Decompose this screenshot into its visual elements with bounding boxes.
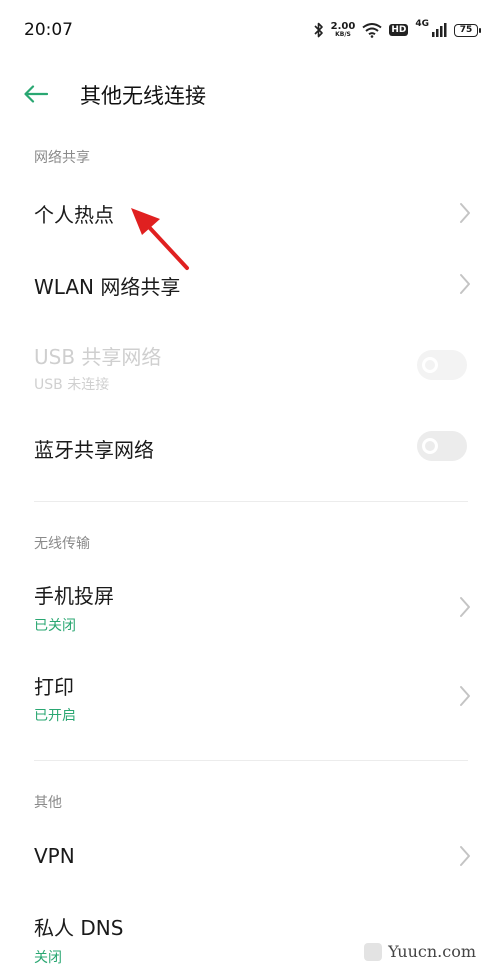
network-type: 4G	[415, 19, 429, 29]
private-dns-item[interactable]: 私人 DNS 关闭	[0, 900, 500, 973]
network-speed: 2.00 KB/S	[330, 21, 356, 38]
hotspot-label: 个人热点	[34, 203, 114, 227]
usb-sharing-item: USB 共享网络 USB 未连接	[0, 330, 500, 400]
chevron-right-icon	[460, 846, 470, 866]
status-bar: 20:07 2.00 KB/S HD 4G 75	[0, 0, 500, 60]
hd-badge-icon: HD	[389, 24, 409, 36]
wlan-sharing-item[interactable]: WLAN 网络共享	[0, 252, 500, 314]
wifi-icon	[362, 23, 382, 38]
battery-icon: 75	[454, 23, 481, 37]
hotspot-item[interactable]: 个人热点	[0, 182, 500, 244]
toggle-knob	[422, 438, 438, 454]
private-dns-status: 关闭	[34, 950, 62, 966]
section-header-other: 其他	[34, 795, 62, 811]
vpn-label: VPN	[34, 844, 75, 868]
app-header: 其他无线连接	[0, 70, 500, 118]
section-header-wireless-transfer: 无线传输	[34, 536, 90, 552]
usb-sharing-status: USB 未连接	[34, 377, 110, 393]
signal-icon	[432, 23, 447, 37]
screen-cast-label: 手机投屏	[34, 584, 114, 608]
vpn-item[interactable]: VPN	[0, 826, 500, 888]
bluetooth-sharing-toggle[interactable]	[417, 431, 467, 461]
page-title: 其他无线连接	[80, 84, 206, 108]
print-item[interactable]: 打印 已开启	[0, 657, 500, 733]
chevron-right-icon	[460, 686, 470, 706]
back-button[interactable]	[24, 79, 60, 109]
screen-cast-status: 已关闭	[34, 618, 76, 634]
print-status: 已开启	[34, 708, 76, 724]
bluetooth-sharing-label: 蓝牙共享网络	[34, 438, 154, 462]
watermark: Yuucn.com	[364, 942, 476, 961]
usb-sharing-label: USB 共享网络	[34, 345, 162, 369]
private-dns-label: 私人 DNS	[34, 916, 124, 940]
back-arrow-icon	[24, 85, 48, 103]
chevron-right-icon	[460, 274, 470, 294]
toggle-knob	[422, 357, 438, 373]
chevron-right-icon	[460, 203, 470, 223]
bluetooth-icon	[314, 22, 323, 38]
status-icons: 2.00 KB/S HD 4G 75	[314, 19, 481, 41]
section-header-network-sharing: 网络共享	[34, 150, 90, 166]
section-divider	[34, 760, 468, 761]
usb-sharing-toggle	[417, 350, 467, 380]
watermark-logo-icon	[364, 942, 383, 961]
screen-cast-item[interactable]: 手机投屏 已关闭	[0, 566, 500, 642]
status-time: 20:07	[24, 20, 73, 40]
wlan-sharing-label: WLAN 网络共享	[34, 275, 181, 299]
section-divider	[34, 501, 468, 502]
chevron-right-icon	[460, 597, 470, 617]
print-label: 打印	[34, 675, 74, 699]
watermark-text: Yuucn.com	[388, 942, 476, 961]
bluetooth-sharing-item[interactable]: 蓝牙共享网络	[0, 412, 500, 478]
